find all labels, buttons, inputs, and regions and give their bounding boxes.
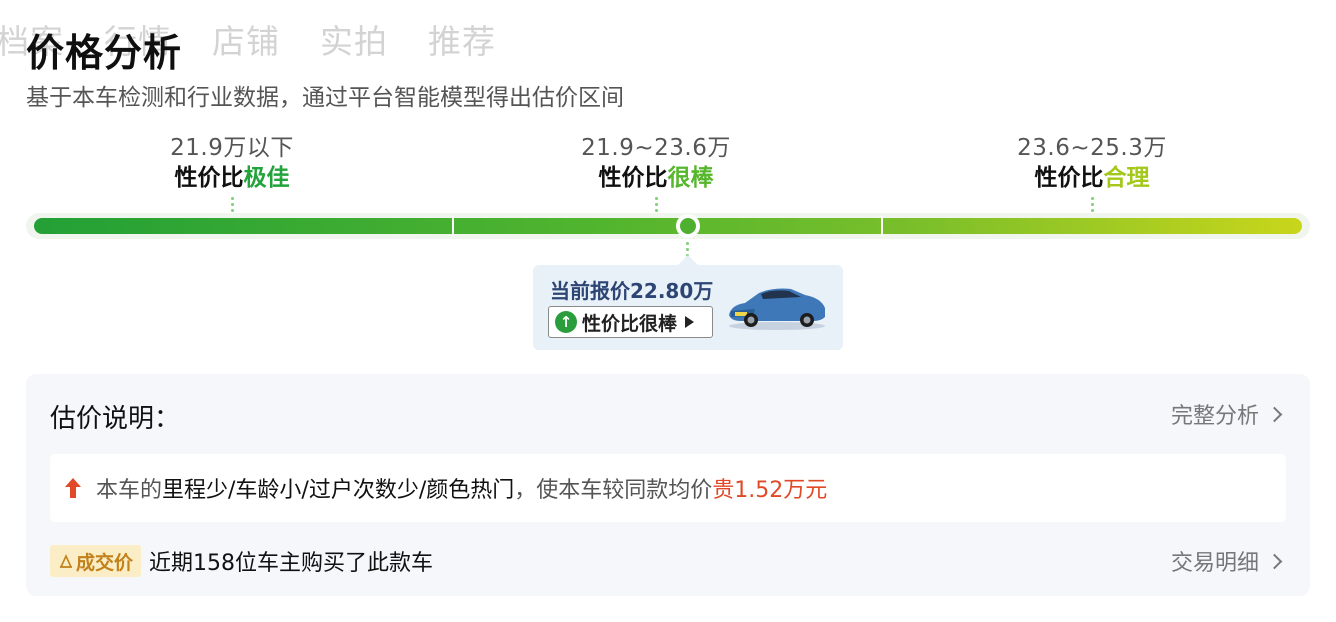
range-rating: 性价比极佳 [174,165,290,191]
current-price-card: 当前报价22.80万 ↑ 性价比很棒 [533,255,843,350]
range-rating: 性价比合理 [1034,165,1150,191]
transaction-details-link[interactable]: 交易明细 [1170,545,1283,577]
chevron-right-icon [1266,406,1283,422]
range-fair: 23.6~25.3万 性价比合理 [942,132,1242,212]
range-good: 21.9~23.6万 性价比很棒 [506,132,806,212]
transaction-details-label: 交易明细 [1170,551,1259,576]
full-analysis-link[interactable]: 完整分析 [1170,398,1283,430]
arrow-up-icon [65,478,81,498]
page-subtitle: 基于本车检测和行业数据，通过平台智能模型得出估价区间 [26,85,624,111]
current-price-quote: 当前报价22.80万 [550,279,714,303]
range-dots [506,197,806,212]
explanation-title: 估价说明： [50,404,181,434]
deal-price-tag: 成交价 [50,545,142,577]
range-dots [942,197,1242,212]
deal-tag-label: 成交价 [76,551,134,574]
current-price-marker [676,214,700,238]
tab-photos[interactable]: 实拍 [320,15,388,63]
track-divider [452,216,454,236]
play-triangle-icon [685,316,695,328]
note-middle: ，使本车较同款均价 [514,478,713,503]
car-image [729,288,825,330]
price-track [34,218,1302,234]
range-price: 21.9万以下 [170,135,294,161]
estimate-explanation-panel: 估价说明： 完整分析 本车的 里程少/车龄小/过户次数少/颜色热门 ，使本车较同款均… [26,374,1310,596]
range-rating: 性价比很棒 [598,165,714,191]
tab-store[interactable]: 店铺 [212,15,280,63]
price-note: 本车的 里程少/车龄小/过户次数少/颜色热门 ，使本车较同款均价 贵1.52万元 [50,454,1286,522]
price-tag-icon [59,554,73,568]
arrow-up-circle-icon: ↑ [555,311,577,333]
track-divider [881,216,883,236]
range-best: 21.9万以下 性价比极佳 [82,132,382,212]
range-price: 21.9~23.6万 [581,135,731,161]
chevron-right-icon [1266,553,1283,569]
full-analysis-label: 完整分析 [1170,404,1259,429]
range-dots [82,197,382,212]
deal-info: 成交价 近期158位车主购买了此款车 [50,545,433,577]
note-amount: 贵1.52万元 [712,478,828,503]
tab-recommend[interactable]: 推荐 [428,15,496,63]
value-badge-label: 性价比很棒 [582,312,678,335]
value-badge-button[interactable]: ↑ 性价比很棒 [548,306,713,338]
range-price: 23.6~25.3万 [1017,135,1167,161]
note-prefix: 本车的 [96,478,163,503]
note-factors: 里程少/车龄小/过户次数少/颜色热门 [162,478,515,503]
deal-text: 近期158位车主购买了此款车 [149,551,434,576]
page-title: 价格分析 [26,31,183,75]
